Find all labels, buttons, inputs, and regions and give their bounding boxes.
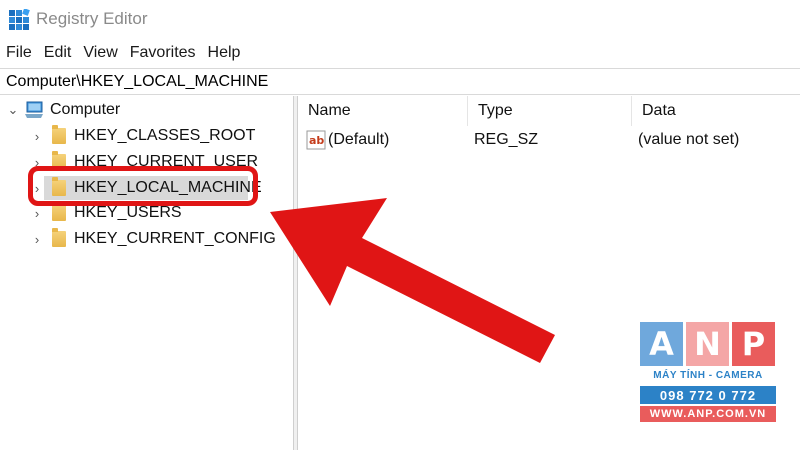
tree-label-computer: Computer — [50, 101, 121, 118]
address-input[interactable] — [0, 69, 800, 94]
chevron-right-icon[interactable]: › — [30, 232, 44, 247]
column-header-label: Data — [642, 102, 676, 119]
table-row[interactable]: ab (Default) — [306, 128, 389, 152]
chevron-down-icon[interactable]: ⌄ — [6, 102, 20, 118]
logo-letter: N — [686, 322, 729, 366]
tree-item-hkey-current-config[interactable]: › HKEY_CURRENT_CONFIG — [30, 227, 276, 251]
column-header-label: Name — [308, 102, 351, 119]
value-type: REG_SZ — [474, 131, 539, 148]
menu-view[interactable]: View — [77, 44, 123, 62]
column-header-type[interactable]: Type — [468, 96, 632, 126]
anp-watermark-logo: A N P MÁY TÍNH - CAMERA 098 772 0 772 WW… — [640, 322, 776, 430]
column-header-data[interactable]: Data — [632, 96, 800, 126]
tree-label: HKEY_CURRENT_CONFIG — [74, 230, 276, 247]
logo-tagline: MÁY TÍNH - CAMERA — [653, 370, 763, 381]
menu-file[interactable]: File — [0, 44, 38, 62]
registry-icon — [9, 9, 30, 30]
chevron-right-icon[interactable]: › — [30, 129, 44, 144]
logo-letter: A — [640, 322, 683, 366]
menu-help[interactable]: Help — [202, 44, 247, 62]
logo-phone: 098 772 0 772 — [640, 386, 776, 404]
folder-icon — [52, 202, 66, 221]
address-bar — [0, 68, 800, 95]
chevron-right-icon[interactable]: › — [30, 206, 44, 221]
folder-icon — [52, 228, 66, 247]
computer-icon — [25, 101, 43, 118]
value-name: (Default) — [328, 131, 390, 148]
menu-favorites[interactable]: Favorites — [124, 44, 202, 62]
svg-text:ab: ab — [309, 134, 324, 147]
logo-letters: A N P — [640, 322, 776, 366]
logo-website: WWW.ANP.COM.VN — [640, 406, 776, 422]
menu-bar: File Edit View Favorites Help — [0, 40, 800, 66]
column-header-name[interactable]: Name — [298, 96, 468, 126]
menu-edit[interactable]: Edit — [38, 44, 78, 62]
highlight-annotation — [28, 166, 258, 206]
string-value-icon: ab — [306, 130, 326, 150]
value-data: (value not set) — [638, 131, 740, 148]
tree-label: HKEY_CLASSES_ROOT — [74, 127, 256, 144]
logo-letter: P — [732, 322, 775, 366]
column-header-label: Type — [478, 102, 513, 119]
window-title: Registry Editor — [36, 9, 148, 28]
tree-item-computer[interactable]: ⌄ Computer — [6, 98, 120, 122]
tree-item-hkey-classes-root[interactable]: › HKEY_CLASSES_ROOT — [30, 124, 255, 148]
folder-icon — [52, 125, 66, 144]
title-bar: Registry Editor — [0, 0, 800, 40]
tree-label: HKEY_USERS — [74, 204, 182, 221]
